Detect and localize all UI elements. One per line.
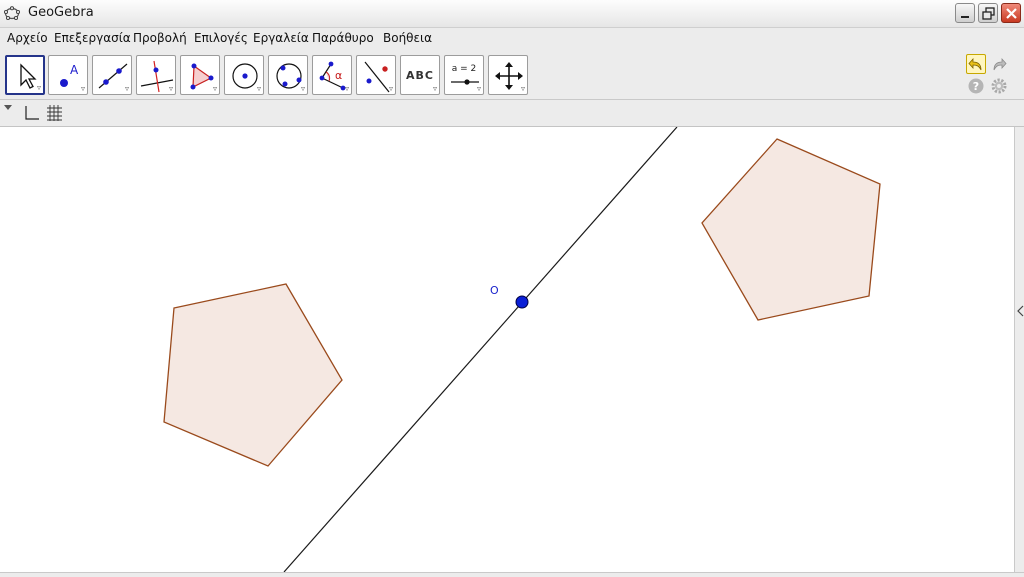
toolbar: ▿ A ▿ ▿ ▿ ▿ ▿ ▿ α ▿ ▿ ABC ▿ a = 2 ▿ ▿ xyxy=(0,50,1024,100)
minimize-icon xyxy=(961,16,969,18)
dropdown-triangle-icon: ▿ xyxy=(476,84,481,93)
point-o-label: O xyxy=(490,284,499,297)
dropdown-triangle-icon: ▿ xyxy=(300,84,305,93)
redo-button[interactable] xyxy=(990,54,1010,74)
restore-icon xyxy=(982,7,995,20)
tool-text[interactable]: ABC ▿ xyxy=(400,55,440,95)
tool-move[interactable]: ▿ xyxy=(5,55,45,95)
point-tool-letter: A xyxy=(70,63,79,77)
dropdown-triangle-icon: ▿ xyxy=(168,84,173,93)
menu-window[interactable]: Παράθυρο xyxy=(312,31,374,45)
redo-arrow-icon xyxy=(993,57,1007,71)
cursor-arrow-icon xyxy=(20,63,37,89)
geogebra-logo-icon xyxy=(3,6,20,20)
dropdown-triangle-icon: ▿ xyxy=(36,83,41,92)
menu-bar: Αρχείο Επεξεργασία Προβολή Επιλογές Εργα… xyxy=(0,28,1024,50)
window-title: GeoGebra xyxy=(28,5,94,20)
menu-file[interactable]: Αρχείο xyxy=(7,31,48,45)
dropdown-triangle-icon: ▿ xyxy=(256,84,261,93)
grid-icon[interactable] xyxy=(46,104,64,122)
close-icon xyxy=(1006,8,1017,19)
undo-button[interactable] xyxy=(966,54,986,74)
axes-icon[interactable] xyxy=(22,104,40,122)
bottom-border xyxy=(0,572,1024,577)
collapse-triangle-icon[interactable] xyxy=(3,103,13,113)
tool-line[interactable]: ▿ xyxy=(92,55,132,95)
tool-move-graphics-view[interactable]: ▿ xyxy=(488,55,528,95)
tool-slider[interactable]: a = 2 ▿ xyxy=(444,55,484,95)
pentagon-right[interactable] xyxy=(701,138,881,321)
dropdown-triangle-icon: ▿ xyxy=(124,84,129,93)
tool-perpendicular[interactable]: ▿ xyxy=(136,55,176,95)
menu-options[interactable]: Επιλογές xyxy=(194,31,248,45)
style-bar xyxy=(0,100,1024,127)
angle-tool-letter: α xyxy=(335,69,343,82)
tool-new-point[interactable]: A ▿ xyxy=(48,55,88,95)
undo-arrow-icon xyxy=(968,57,982,71)
graphics-view[interactable]: O xyxy=(0,127,1014,572)
text-tool-label: ABC xyxy=(406,69,434,82)
pentagon-left[interactable] xyxy=(163,283,343,467)
close-button[interactable] xyxy=(1001,3,1021,23)
title-bar: GeoGebra xyxy=(0,0,1024,28)
dropdown-triangle-icon: ▿ xyxy=(344,84,349,93)
menu-help[interactable]: Βοήθεια xyxy=(383,31,432,45)
minimize-button[interactable] xyxy=(955,3,975,23)
svg-text:?: ? xyxy=(973,80,979,93)
menu-tools[interactable]: Εργαλεία xyxy=(253,31,309,45)
restore-button[interactable] xyxy=(978,3,998,23)
dropdown-triangle-icon: ▿ xyxy=(520,84,525,93)
dropdown-triangle-icon: ▿ xyxy=(80,84,85,93)
gear-icon[interactable] xyxy=(990,77,1008,95)
dropdown-triangle-icon: ▿ xyxy=(388,84,393,93)
side-panel-handle[interactable] xyxy=(1014,127,1024,572)
mirror-line[interactable] xyxy=(283,127,678,572)
expand-left-arrow-icon xyxy=(1017,305,1024,317)
point-o[interactable] xyxy=(515,295,529,309)
graphics-canvas[interactable] xyxy=(0,127,1014,572)
tool-circle-center[interactable]: ▿ xyxy=(224,55,264,95)
menu-view[interactable]: Προβολή xyxy=(133,31,187,45)
tool-circle-three-points[interactable]: ▿ xyxy=(268,55,308,95)
tool-reflect-line[interactable]: ▿ xyxy=(356,55,396,95)
menu-edit[interactable]: Επεξεργασία xyxy=(54,31,131,45)
tool-polygon[interactable]: ▿ xyxy=(180,55,220,95)
dropdown-triangle-icon: ▿ xyxy=(432,84,437,93)
help-icon[interactable]: ? xyxy=(968,78,984,94)
tool-angle[interactable]: α ▿ xyxy=(312,55,352,95)
dropdown-triangle-icon: ▿ xyxy=(212,84,217,93)
